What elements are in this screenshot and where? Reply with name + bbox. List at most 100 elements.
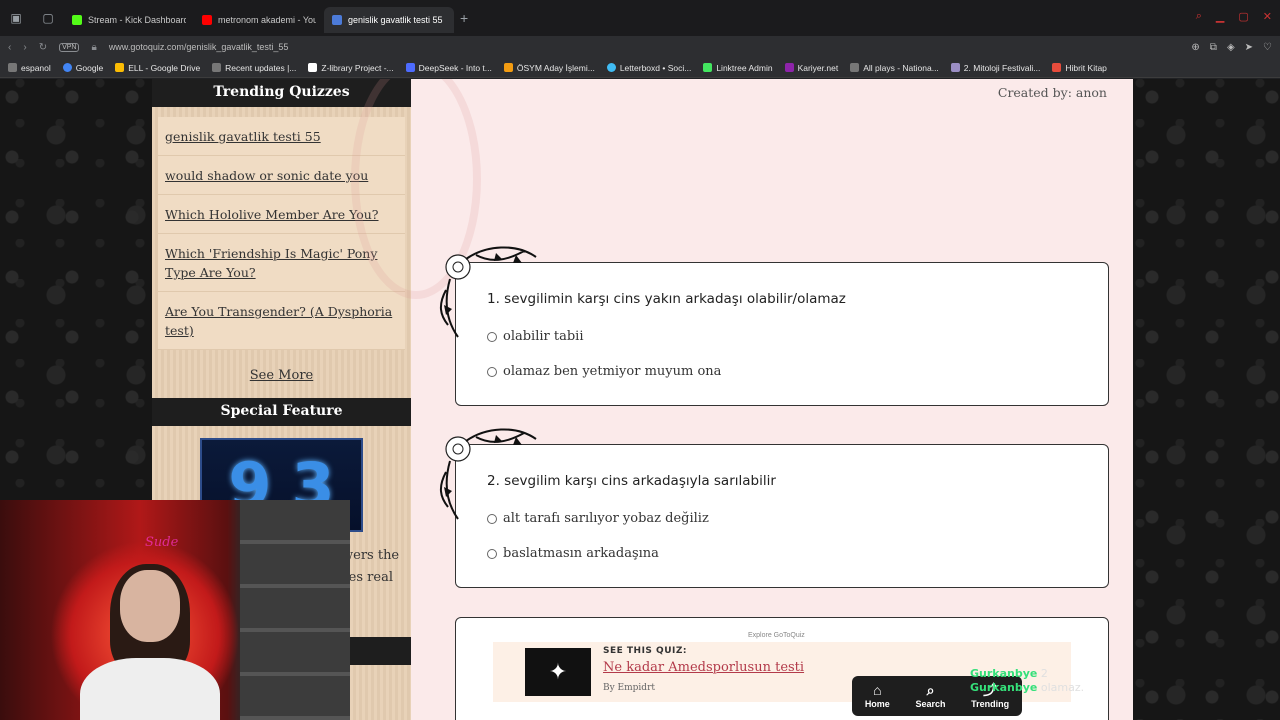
nav-home-button[interactable]: ⌂ Home — [865, 683, 890, 709]
drive-icon — [115, 63, 125, 72]
nav-search-button[interactable]: ⌕ Search — [915, 683, 945, 709]
bookmark-item[interactable]: Letterboxd • Soci... — [606, 63, 691, 73]
question-card: 1. sevgilimin karşı cins yakın arkadaşı … — [440, 246, 1109, 406]
answer-option[interactable]: baslatmasın arkadaşına — [487, 546, 1108, 561]
url-field[interactable]: www.gotoquiz.com/genislik_gavatlik_testi… — [109, 42, 289, 52]
special-feature-text: wers the ses real — [342, 545, 399, 589]
chat-message: Gurkanbye olamaz. — [970, 681, 1084, 695]
created-by: Created by: anon — [997, 85, 1107, 100]
zoom-icon[interactable]: ⊕ — [1191, 42, 1199, 53]
nav-label: Home — [864, 699, 890, 709]
workspace-icon[interactable]: ▢ — [32, 0, 64, 36]
tab-kick[interactable]: Stream - Kick Dashboard — [64, 7, 194, 33]
nav-label: Search — [915, 699, 946, 709]
chat-overlay: Gurkanbye 2 Gurkanbye olamaz. — [970, 667, 1084, 695]
bookmark-label: ÖSYM Aday İşlemi... — [516, 62, 595, 73]
shield-icon[interactable]: ◈ — [1227, 42, 1235, 53]
answer-option[interactable]: olabilir tabii — [487, 329, 1108, 344]
home-icon: ⌂ — [873, 682, 882, 698]
tab-label: genislik gavatlik testi 55 — [348, 15, 443, 25]
maximize-icon[interactable]: ▢ — [1238, 10, 1248, 23]
neon-sign: Sude — [145, 535, 179, 550]
bookmark-item[interactable]: ELL - Google Drive — [115, 63, 200, 73]
bookshelf — [240, 500, 350, 720]
bookmark-label: Recent updates |... — [225, 62, 297, 73]
bookmark-item[interactable]: 2. Mitoloji Festivali... — [950, 62, 1041, 73]
bookmark-item[interactable]: ÖSYM Aday İşlemi... — [503, 62, 595, 73]
kick-icon — [72, 15, 82, 25]
see-this-quiz-label: SEE THIS QUIZ: — [603, 646, 687, 656]
bookmark-item[interactable]: Hibrit Kitap — [1052, 63, 1107, 73]
chat-text: 2 — [1040, 667, 1048, 680]
forward-icon[interactable]: › — [23, 42, 26, 53]
heart-icon[interactable]: ♡ — [1263, 42, 1272, 53]
bookmark-label: 2. Mitoloji Festivali... — [963, 62, 1041, 73]
bookmark-item[interactable]: Linktree Admin — [703, 62, 773, 73]
zlib-icon — [308, 63, 318, 72]
vpn-badge[interactable]: VPN — [59, 42, 80, 52]
send-icon[interactable]: ➤ — [1245, 42, 1253, 53]
letterboxd-icon — [606, 63, 616, 72]
minimize-icon[interactable]: ▁ — [1216, 10, 1224, 23]
promo-quiz-link[interactable]: Ne kadar Amedsporlusun testi — [603, 660, 804, 675]
search-tabs-icon[interactable]: ⌕ — [1196, 10, 1202, 23]
page-viewport: Trending Quizzes genislik gavatlik testi… — [0, 79, 1280, 720]
see-more-link[interactable]: See More — [152, 368, 411, 383]
eagle-icon[interactable]: ✦ — [525, 648, 591, 696]
explore-label: Explore GoToQuiz — [748, 632, 805, 639]
bookmark-label: All plays - Nationa... — [863, 62, 939, 73]
google-icon — [62, 63, 72, 72]
new-tab-button[interactable]: + — [454, 10, 474, 26]
address-bar: ‹ › ↻ VPN 🔒︎ www.gotoquiz.com/genislik_g… — [0, 36, 1280, 58]
option-label[interactable]: olamaz ben yetmiyor muyum ona — [503, 364, 721, 379]
chat-text: olamaz. — [1040, 681, 1085, 694]
page-icon — [950, 63, 960, 72]
answer-option[interactable]: olamaz ben yetmiyor muyum ona — [487, 364, 1108, 379]
bookmark-label: Google — [75, 62, 104, 73]
bookmark-item[interactable]: DeepSeek - Into t... — [405, 62, 492, 73]
chat-username: Gurkanbye — [970, 667, 1038, 680]
chat-message: Gurkanbye 2 — [970, 667, 1084, 681]
close-icon[interactable]: ✕ — [1263, 10, 1272, 23]
lock-icon: 🔒︎ — [91, 41, 97, 53]
window-menu-icon[interactable]: ▣ — [0, 0, 32, 36]
youtube-icon — [202, 15, 212, 25]
feature-text-line: wers the — [342, 548, 400, 563]
question-text: 2. sevgilim karşı cins arkadaşıyla sarıl… — [487, 473, 776, 489]
tab-label: metronom akademi - YouTube — [218, 15, 316, 25]
kariyer-icon — [784, 63, 794, 72]
tab-label: Stream - Kick Dashboard — [88, 15, 186, 25]
radio-button[interactable] — [487, 548, 497, 559]
search-icon: ⌕ — [926, 682, 935, 698]
bookmark-item[interactable]: Google — [62, 62, 104, 73]
radio-button[interactable] — [487, 366, 497, 377]
nav-label: Trending — [971, 699, 1010, 709]
reload-icon[interactable]: ↻ — [39, 42, 47, 53]
webcam-overlay: Sude — [0, 500, 350, 720]
tab-gotoquiz[interactable]: genislik gavatlik testi 55 — [324, 7, 454, 33]
flourish-icon — [440, 428, 537, 520]
option-label[interactable]: baslatmasın arkadaşına — [503, 546, 659, 561]
streamer — [80, 564, 220, 720]
linktree-icon — [703, 63, 713, 72]
bookmark-label: Linktree Admin — [716, 62, 773, 73]
bookmark-label: Hibrit Kitap — [1065, 62, 1107, 73]
tab-youtube[interactable]: metronom akademi - YouTube — [194, 7, 324, 33]
trending-link[interactable]: Are You Transgender? (A Dysphoria test) — [158, 292, 405, 350]
bookmark-item[interactable]: espanol — [8, 63, 51, 73]
deepseek-icon — [405, 63, 415, 72]
streamer-body — [80, 658, 220, 720]
bookmark-item[interactable]: Kariyer.net — [784, 63, 838, 73]
bookmark-label: DeepSeek - Into t... — [418, 62, 492, 73]
bookmark-item[interactable]: All plays - Nationa... — [850, 63, 939, 73]
quiz-content: Created by: anon 1. sevgilimin karşı cin… — [351, 79, 1133, 720]
feature-text-line: ses real — [342, 570, 393, 585]
bookmarks-bar: espanol Google ELL - Google Drive Recent… — [0, 58, 1280, 78]
answer-option[interactable]: alt tarafı sarılıyor yobaz değiliz — [487, 511, 1108, 526]
bookmark-label: ELL - Google Drive — [128, 62, 201, 73]
bookmark-item[interactable]: Z-library Project -... — [308, 63, 394, 73]
bookmark-item[interactable]: Recent updates |... — [212, 63, 296, 73]
back-icon[interactable]: ‹ — [8, 42, 11, 53]
window-controls: ⌕ ▁ ▢ ✕ — [1196, 10, 1272, 23]
screenshot-icon[interactable]: ⧉ — [1210, 42, 1217, 53]
